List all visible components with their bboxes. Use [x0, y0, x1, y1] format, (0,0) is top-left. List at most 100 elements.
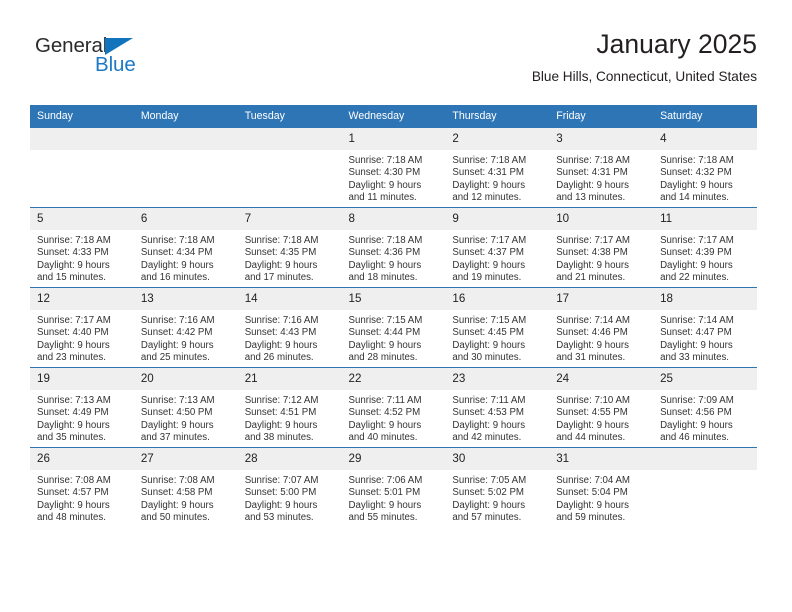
calendar-day-cell[interactable]: 29 Sunrise: 7:06 AM Sunset: 5:01 PM Dayligh…: [341, 447, 446, 527]
calendar-day-cell[interactable]: 20 Sunrise: 7:13 AM Sunset: 4:50 PM Dayligh…: [133, 367, 238, 448]
calendar-day-cell[interactable]: 14 Sunrise: 7:16 AM Sunset: 4:43 PM Dayligh…: [237, 287, 342, 368]
day-details: Sunrise: 7:18 AM Sunset: 4:35 PM Daylight:…: [238, 230, 342, 284]
sunrise-time: Sunrise: 7:12 AM: [244, 395, 319, 406]
calendar-day-cell[interactable]: 27 Sunrise: 7:08 AM Sunset: 4:58 PM Dayligh…: [133, 447, 238, 527]
calendar-day-cell[interactable]: 24 Sunrise: 7:10 AM Sunset: 4:55 PM Dayligh…: [549, 367, 654, 448]
daylight-duration-line1: Daylight: 9 hours: [452, 339, 526, 351]
sunrise-time: Sunrise: 7:13 AM: [140, 395, 215, 406]
calendar-day-cell[interactable]: 15 Sunrise: 7:15 AM Sunset: 4:44 PM Dayligh…: [341, 287, 446, 368]
day-number: 7: [237, 208, 342, 230]
daylight-duration-line1: Daylight: 9 hours: [556, 499, 629, 511]
daylight-duration-line2: and 23 minutes.: [37, 351, 106, 363]
daylight-duration-line2: and 16 minutes.: [140, 271, 210, 283]
calendar-day-cell[interactable]: 9 Sunrise: 7:17 AM Sunset: 4:37 PM Daylight…: [445, 207, 550, 288]
day-details: Sunrise: 7:08 AM Sunset: 4:57 PM Daylight:…: [30, 470, 134, 524]
daylight-duration-line2: and 57 minutes.: [452, 511, 522, 523]
daylight-duration-line2: and 26 minutes.: [244, 351, 314, 363]
day-details: Sunrise: 7:17 AM Sunset: 4:39 PM Daylight:…: [653, 230, 757, 284]
calendar-day-cell[interactable]: 16 Sunrise: 7:15 AM Sunset: 4:45 PM Dayligh…: [445, 287, 550, 368]
weekday-header-saturday: Saturday: [653, 105, 757, 128]
daylight-duration-line1: Daylight: 9 hours: [140, 499, 214, 511]
sunset-time: Sunset: 4:43 PM: [244, 327, 317, 339]
daylight-duration-line2: and 13 minutes.: [556, 191, 626, 203]
daylight-duration-line1: Daylight: 9 hours: [37, 419, 110, 431]
calendar-body: 1 Sunrise: 7:18 AM Sunset: 4:30 PM Daylight…: [30, 128, 757, 527]
day-details: Sunrise: 7:18 AM Sunset: 4:34 PM Daylight:…: [134, 230, 238, 284]
calendar-day-cell[interactable]: 21 Sunrise: 7:12 AM Sunset: 4:51 PM Dayligh…: [237, 367, 342, 448]
daylight-duration-line2: and 15 minutes.: [37, 271, 106, 283]
sunrise-time: Sunrise: 7:18 AM: [556, 155, 630, 166]
day-details: Sunrise: 7:17 AM Sunset: 4:40 PM Daylight:…: [30, 310, 134, 364]
sunset-time: Sunset: 4:45 PM: [452, 327, 524, 339]
daylight-duration-line2: and 18 minutes.: [348, 271, 418, 283]
day-number: 16: [445, 288, 550, 310]
sunrise-time: Sunrise: 7:11 AM: [452, 395, 526, 406]
day-details: Sunrise: 7:08 AM Sunset: 4:58 PM Daylight:…: [134, 470, 238, 524]
sunset-time: Sunset: 4:33 PM: [37, 247, 109, 259]
sunset-time: Sunset: 4:32 PM: [660, 167, 732, 179]
calendar-day-cell[interactable]: 18 Sunrise: 7:14 AM Sunset: 4:47 PM Dayligh…: [653, 287, 757, 368]
day-number: 23: [445, 368, 550, 390]
day-details: Sunrise: 7:06 AM Sunset: 5:01 PM Daylight:…: [342, 470, 446, 524]
daylight-duration-line1: Daylight: 9 hours: [660, 259, 733, 271]
daylight-duration-line1: Daylight: 9 hours: [37, 259, 110, 271]
daylight-duration-line1: Daylight: 9 hours: [660, 419, 733, 431]
sunset-time: Sunset: 5:02 PM: [452, 487, 524, 499]
calendar-day-cell[interactable]: 11 Sunrise: 7:17 AM Sunset: 4:39 PM Dayligh…: [653, 207, 757, 288]
sunrise-time: Sunrise: 7:08 AM: [37, 475, 111, 486]
daylight-duration-line1: Daylight: 9 hours: [37, 499, 110, 511]
calendar-day-cell[interactable]: 30 Sunrise: 7:05 AM Sunset: 5:02 PM Dayligh…: [445, 447, 550, 527]
daylight-duration-line1: Daylight: 9 hours: [244, 419, 318, 431]
calendar-day-cell[interactable]: 2 Sunrise: 7:18 AM Sunset: 4:31 PM Daylight…: [445, 128, 550, 208]
sunset-time: Sunset: 4:31 PM: [452, 167, 524, 179]
daylight-duration-line1: Daylight: 9 hours: [452, 259, 526, 271]
day-number: 12: [30, 288, 134, 310]
calendar-day-cell[interactable]: 17 Sunrise: 7:14 AM Sunset: 4:46 PM Dayligh…: [549, 287, 654, 368]
calendar-day-cell[interactable]: 6 Sunrise: 7:18 AM Sunset: 4:34 PM Daylight…: [133, 207, 238, 288]
brand-name-blue: Blue: [95, 53, 136, 76]
sunrise-time: Sunrise: 7:17 AM: [452, 235, 527, 246]
day-number: 9: [445, 208, 550, 230]
calendar-day-cell[interactable]: 13 Sunrise: 7:16 AM Sunset: 4:42 PM Dayligh…: [133, 287, 238, 368]
calendar-day-cell[interactable]: 1 Sunrise: 7:18 AM Sunset: 4:30 PM Daylight…: [341, 128, 446, 208]
daylight-duration-line2: and 31 minutes.: [556, 351, 626, 363]
sunset-time: Sunset: 4:35 PM: [244, 247, 317, 259]
daylight-duration-line1: Daylight: 9 hours: [556, 179, 629, 191]
day-number: 18: [653, 288, 757, 310]
calendar-week-row: 26 Sunrise: 7:08 AM Sunset: 4:57 PM Dayligh…: [30, 447, 757, 527]
calendar-cell-empty: [653, 447, 757, 527]
calendar-day-cell[interactable]: 7 Sunrise: 7:18 AM Sunset: 4:35 PM Daylight…: [237, 207, 342, 288]
calendar-day-cell[interactable]: 4 Sunrise: 7:18 AM Sunset: 4:32 PM Daylight…: [653, 128, 757, 208]
sunset-time: Sunset: 4:42 PM: [140, 327, 213, 339]
daylight-duration-line2: and 14 minutes.: [660, 191, 729, 203]
calendar-day-cell[interactable]: 8 Sunrise: 7:18 AM Sunset: 4:36 PM Daylight…: [341, 207, 446, 288]
weekday-header-sunday: Sunday: [30, 105, 134, 128]
calendar-day-cell[interactable]: 25 Sunrise: 7:09 AM Sunset: 4:56 PM Dayligh…: [653, 367, 757, 448]
sunset-time: Sunset: 4:49 PM: [37, 407, 109, 419]
daylight-duration-line2: and 48 minutes.: [37, 511, 106, 523]
daylight-duration-line1: Daylight: 9 hours: [660, 339, 733, 351]
daylight-duration-line2: and 42 minutes.: [452, 431, 522, 443]
calendar-day-cell[interactable]: 23 Sunrise: 7:11 AM Sunset: 4:53 PM Dayligh…: [445, 367, 550, 448]
day-details: Sunrise: 7:11 AM Sunset: 4:52 PM Daylight:…: [342, 390, 446, 444]
calendar-day-cell[interactable]: 5 Sunrise: 7:18 AM Sunset: 4:33 PM Daylight…: [30, 207, 134, 288]
calendar-day-cell[interactable]: 3 Sunrise: 7:18 AM Sunset: 4:31 PM Daylight…: [549, 128, 654, 208]
calendar-day-cell[interactable]: 19 Sunrise: 7:13 AM Sunset: 4:49 PM Dayligh…: [30, 367, 134, 448]
calendar-day-cell[interactable]: 31 Sunrise: 7:04 AM Sunset: 5:04 PM Dayligh…: [549, 447, 654, 527]
calendar-day-cell[interactable]: 12 Sunrise: 7:17 AM Sunset: 4:40 PM Dayligh…: [30, 287, 134, 368]
day-number: 21: [237, 368, 342, 390]
day-number: [30, 128, 134, 150]
sunrise-time: Sunrise: 7:06 AM: [348, 475, 423, 486]
day-details: Sunrise: 7:10 AM Sunset: 4:55 PM Daylight:…: [549, 390, 653, 444]
calendar-header-row: Sunday Monday Tuesday Wednesday Thursday Frid…: [30, 105, 757, 128]
calendar-day-cell[interactable]: 10 Sunrise: 7:17 AM Sunset: 4:38 PM Dayligh…: [549, 207, 654, 288]
weekday-header-wednesday: Wednesday: [341, 105, 446, 128]
day-details: Sunrise: 7:13 AM Sunset: 4:50 PM Daylight:…: [134, 390, 238, 444]
sunrise-time: Sunrise: 7:18 AM: [348, 155, 423, 166]
calendar-day-cell[interactable]: 28 Sunrise: 7:07 AM Sunset: 5:00 PM Dayligh…: [237, 447, 342, 527]
daylight-duration-line2: and 19 minutes.: [452, 271, 522, 283]
calendar-day-cell[interactable]: 26 Sunrise: 7:08 AM Sunset: 4:57 PM Dayligh…: [30, 447, 134, 527]
brand-logo[interactable]: General Blue: [35, 34, 255, 90]
calendar-day-cell[interactable]: 22 Sunrise: 7:11 AM Sunset: 4:52 PM Dayligh…: [341, 367, 446, 448]
sunrise-time: Sunrise: 7:15 AM: [348, 315, 423, 326]
